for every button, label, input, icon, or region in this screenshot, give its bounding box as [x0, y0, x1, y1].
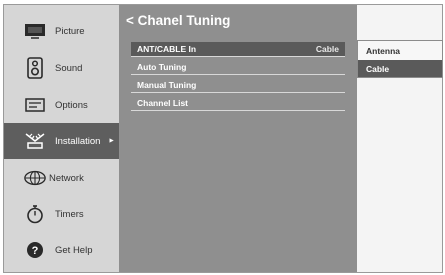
sidebar: Picture Sound Options Installation ► Net…	[4, 5, 119, 272]
sidebar-item-picture[interactable]: Picture	[4, 13, 119, 49]
menu-row-ant-cable-in[interactable]: ANT/CABLE In Cable	[131, 42, 345, 57]
sidebar-item-label: Timers	[55, 208, 84, 220]
submenu-arrow-icon: ►	[108, 137, 115, 145]
sidebar-item-get-help[interactable]: ? Get Help	[4, 232, 119, 268]
sidebar-item-options[interactable]: Options	[4, 87, 119, 123]
row-label: Channel List	[137, 98, 189, 108]
help-icon: ?	[23, 238, 47, 262]
sidebar-item-label: Options	[55, 99, 88, 111]
sidebar-item-label: Get Help	[55, 244, 93, 256]
input-source-popup: Antenna Cable	[357, 40, 443, 78]
sidebar-item-label: Installation	[55, 135, 101, 147]
menu-row-channel-list[interactable]: Channel List	[131, 96, 345, 111]
network-icon	[23, 166, 47, 190]
page-title[interactable]: < Chanel Tuning	[126, 13, 230, 28]
timer-icon	[23, 202, 47, 226]
channel-tuning-panel: < Chanel Tuning ANT/CABLE In Cable Auto …	[119, 5, 357, 272]
menu-row-manual-tuning[interactable]: Manual Tuning	[131, 78, 345, 93]
sidebar-item-network[interactable]: Network	[4, 160, 119, 196]
sidebar-item-label: Sound	[55, 62, 83, 74]
sidebar-item-sound[interactable]: Sound	[4, 50, 119, 86]
sidebar-item-label: Network	[49, 172, 84, 184]
tv-icon	[23, 19, 47, 43]
option-antenna[interactable]: Antenna	[358, 42, 442, 59]
sidebar-item-label: Picture	[55, 25, 85, 37]
menu-row-auto-tuning[interactable]: Auto Tuning	[131, 60, 345, 75]
options-icon	[23, 93, 47, 117]
svg-text:?: ?	[32, 245, 39, 257]
sidebar-item-installation[interactable]: Installation ►	[4, 123, 119, 159]
option-cable[interactable]: Cable	[358, 60, 442, 77]
row-label: Auto Tuning	[137, 62, 187, 72]
antenna-icon	[23, 129, 47, 153]
speaker-icon	[23, 56, 47, 80]
sidebar-item-timers[interactable]: Timers	[4, 196, 119, 232]
row-label: Manual Tuning	[137, 80, 197, 90]
row-label: ANT/CABLE In	[137, 44, 197, 54]
row-value: Cable	[315, 44, 339, 54]
